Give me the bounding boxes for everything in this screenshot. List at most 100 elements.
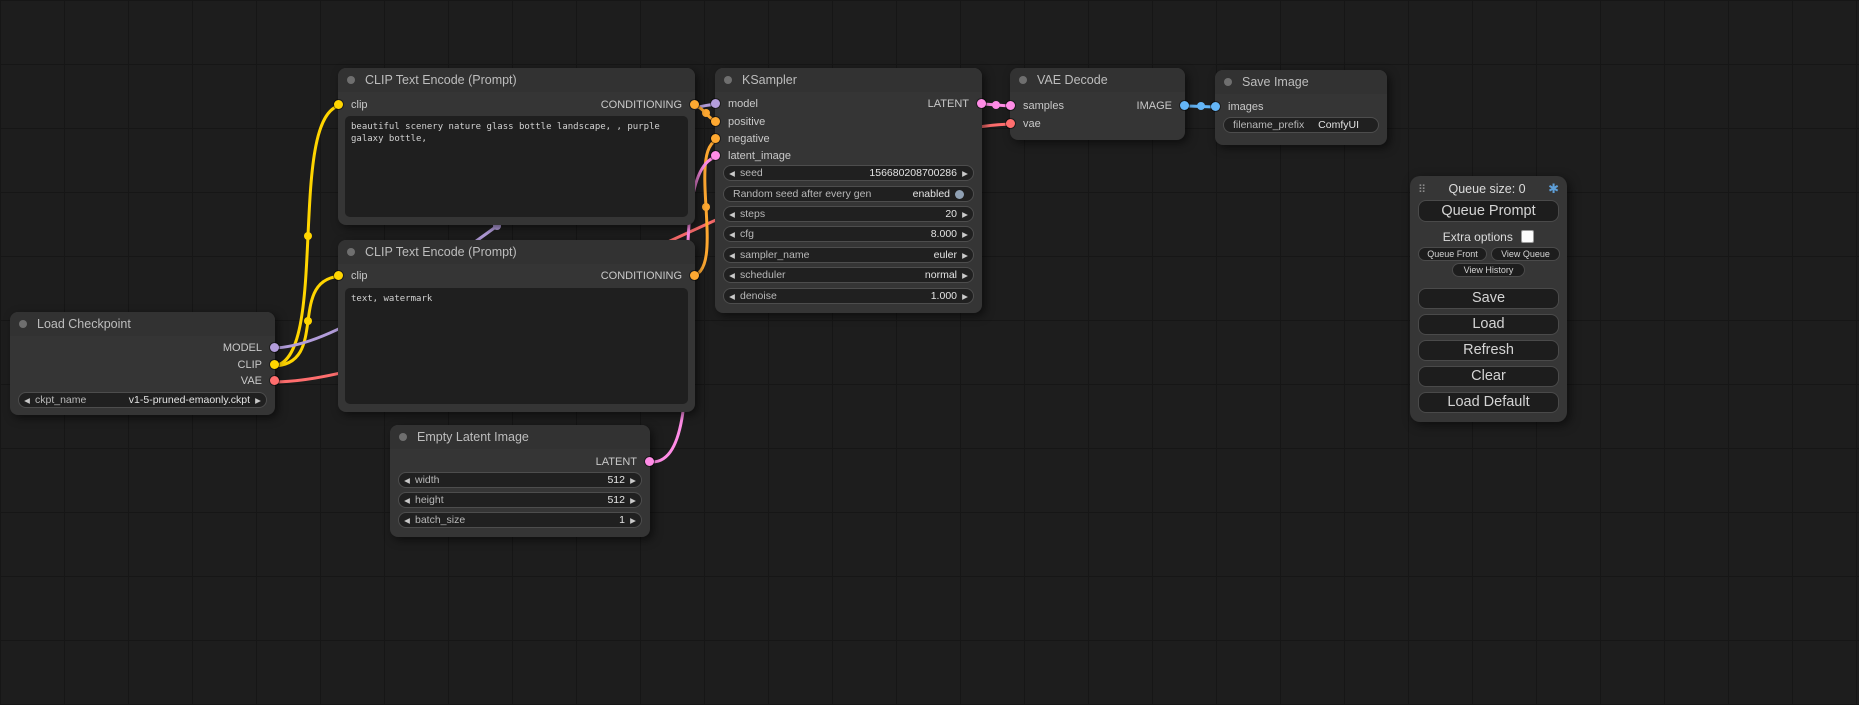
output-slot-latent[interactable]: LATENT	[596, 455, 650, 469]
node-titlebar[interactable]: Save Image	[1215, 70, 1387, 94]
decrement-arrow-icon[interactable]: ◀	[399, 496, 415, 505]
decrement-arrow-icon[interactable]: ◀	[19, 396, 35, 405]
node-vae-decode[interactable]: VAE Decode samples vae IMAGE	[1010, 68, 1185, 140]
load-button[interactable]: Load	[1418, 314, 1559, 335]
decrement-arrow-icon[interactable]: ◀	[724, 271, 740, 280]
node-ksampler[interactable]: KSampler model positive negative latent_…	[715, 68, 982, 313]
image-slot-dot-icon[interactable]	[1211, 102, 1220, 111]
output-slot-image[interactable]: IMAGE	[1137, 99, 1185, 113]
node-titlebar[interactable]: Load Checkpoint	[10, 312, 275, 336]
output-slot-vae[interactable]: VAE	[241, 374, 275, 388]
output-slot-conditioning[interactable]: CONDITIONING	[601, 98, 695, 112]
queue-prompt-button[interactable]: Queue Prompt	[1418, 200, 1559, 222]
extra-options-checkbox[interactable]	[1521, 230, 1534, 243]
load-default-button[interactable]: Load Default	[1418, 392, 1559, 413]
image-slot-dot-icon[interactable]	[1180, 101, 1189, 110]
collapse-dot-icon[interactable]	[347, 76, 355, 84]
increment-arrow-icon[interactable]: ▶	[957, 169, 973, 178]
increment-arrow-icon[interactable]: ▶	[957, 210, 973, 219]
collapse-dot-icon[interactable]	[399, 433, 407, 441]
increment-arrow-icon[interactable]: ▶	[625, 496, 641, 505]
decrement-arrow-icon[interactable]: ◀	[399, 516, 415, 525]
widget-seed[interactable]: ◀ seed 156680208700286 ▶	[723, 165, 974, 181]
increment-arrow-icon[interactable]: ▶	[625, 516, 641, 525]
collapse-dot-icon[interactable]	[1224, 78, 1232, 86]
vae-slot-dot-icon[interactable]	[270, 376, 279, 385]
conditioning-slot-dot-icon[interactable]	[690, 100, 699, 109]
clip-slot-dot-icon[interactable]	[270, 360, 279, 369]
collapse-dot-icon[interactable]	[1019, 76, 1027, 84]
settings-gear-icon[interactable]: ✱	[1548, 181, 1559, 197]
collapse-dot-icon[interactable]	[347, 248, 355, 256]
refresh-button[interactable]: Refresh	[1418, 340, 1559, 361]
increment-arrow-icon[interactable]: ▶	[250, 396, 266, 405]
output-slot-clip[interactable]: CLIP	[238, 358, 275, 372]
decrement-arrow-icon[interactable]: ◀	[724, 230, 740, 239]
collapse-dot-icon[interactable]	[19, 320, 27, 328]
view-history-button[interactable]: View History	[1452, 263, 1525, 277]
toggle-dot-icon[interactable]	[955, 190, 964, 199]
input-slot-vae[interactable]: vae	[1010, 117, 1041, 131]
node-titlebar[interactable]: VAE Decode	[1010, 68, 1185, 92]
node-load-checkpoint[interactable]: Load Checkpoint MODEL CLIP VAE ◀ ckpt_na…	[10, 312, 275, 415]
prompt-text-area[interactable]: beautiful scenery nature glass bottle la…	[345, 116, 688, 217]
widget-cfg[interactable]: ◀ cfg 8.000 ▶	[723, 226, 974, 242]
input-slot-model[interactable]: model	[715, 97, 758, 111]
decrement-arrow-icon[interactable]: ◀	[724, 251, 740, 260]
increment-arrow-icon[interactable]: ▶	[625, 476, 641, 485]
clear-button[interactable]: Clear	[1418, 366, 1559, 387]
node-titlebar[interactable]: Empty Latent Image	[390, 425, 650, 449]
decrement-arrow-icon[interactable]: ◀	[399, 476, 415, 485]
input-slot-images[interactable]: images	[1215, 100, 1263, 114]
vae-slot-dot-icon[interactable]	[1006, 119, 1015, 128]
increment-arrow-icon[interactable]: ▶	[957, 271, 973, 280]
increment-arrow-icon[interactable]: ▶	[957, 251, 973, 260]
input-slot-clip[interactable]: clip	[338, 98, 368, 112]
model-slot-dot-icon[interactable]	[711, 99, 720, 108]
decrement-arrow-icon[interactable]: ◀	[724, 169, 740, 178]
output-slot-model[interactable]: MODEL	[223, 341, 275, 355]
widget-filename-prefix[interactable]: filename_prefix ComfyUI	[1223, 117, 1379, 133]
input-slot-clip[interactable]: clip	[338, 269, 368, 283]
node-empty-latent-image[interactable]: Empty Latent Image LATENT ◀ width 512 ▶ …	[390, 425, 650, 537]
latent-slot-dot-icon[interactable]	[1006, 101, 1015, 110]
node-clip-text-encode-positive[interactable]: CLIP Text Encode (Prompt) clip CONDITION…	[338, 68, 695, 225]
widget-scheduler[interactable]: ◀ scheduler normal ▶	[723, 267, 974, 283]
collapse-dot-icon[interactable]	[724, 76, 732, 84]
conditioning-slot-dot-icon[interactable]	[711, 117, 720, 126]
input-slot-samples[interactable]: samples	[1010, 99, 1064, 113]
increment-arrow-icon[interactable]: ▶	[957, 230, 973, 239]
prompt-text-area[interactable]: text, watermark	[345, 288, 688, 404]
widget-ckpt-name[interactable]: ◀ ckpt_name v1-5-pruned-emaonly.ckpt ▶	[18, 392, 267, 408]
drag-handle-icon[interactable]: ⠿	[1418, 183, 1426, 196]
view-queue-button[interactable]: View Queue	[1491, 247, 1560, 261]
widget-batch-size[interactable]: ◀ batch_size 1 ▶	[398, 512, 642, 528]
model-slot-dot-icon[interactable]	[270, 343, 279, 352]
output-slot-latent[interactable]: LATENT	[928, 97, 982, 111]
clip-slot-dot-icon[interactable]	[334, 100, 343, 109]
clip-slot-dot-icon[interactable]	[334, 271, 343, 280]
conditioning-slot-dot-icon[interactable]	[711, 134, 720, 143]
queue-front-button[interactable]: Queue Front	[1418, 247, 1487, 261]
widget-steps[interactable]: ◀ steps 20 ▶	[723, 206, 974, 222]
node-titlebar[interactable]: CLIP Text Encode (Prompt)	[338, 68, 695, 92]
latent-slot-dot-icon[interactable]	[711, 151, 720, 160]
output-slot-conditioning[interactable]: CONDITIONING	[601, 269, 695, 283]
node-titlebar[interactable]: CLIP Text Encode (Prompt)	[338, 240, 695, 264]
widget-random-seed-toggle[interactable]: Random seed after every gen enabled	[723, 186, 974, 202]
increment-arrow-icon[interactable]: ▶	[957, 292, 973, 301]
latent-slot-dot-icon[interactable]	[977, 99, 986, 108]
input-slot-positive[interactable]: positive	[715, 115, 765, 129]
widget-denoise[interactable]: ◀ denoise 1.000 ▶	[723, 288, 974, 304]
node-clip-text-encode-negative[interactable]: CLIP Text Encode (Prompt) clip CONDITION…	[338, 240, 695, 412]
save-button[interactable]: Save	[1418, 288, 1559, 309]
input-slot-negative[interactable]: negative	[715, 132, 770, 146]
decrement-arrow-icon[interactable]: ◀	[724, 210, 740, 219]
widget-width[interactable]: ◀ width 512 ▶	[398, 472, 642, 488]
widget-sampler-name[interactable]: ◀ sampler_name euler ▶	[723, 247, 974, 263]
conditioning-slot-dot-icon[interactable]	[690, 271, 699, 280]
node-titlebar[interactable]: KSampler	[715, 68, 982, 92]
decrement-arrow-icon[interactable]: ◀	[724, 292, 740, 301]
node-save-image[interactable]: Save Image images filename_prefix ComfyU…	[1215, 70, 1387, 145]
latent-slot-dot-icon[interactable]	[645, 457, 654, 466]
